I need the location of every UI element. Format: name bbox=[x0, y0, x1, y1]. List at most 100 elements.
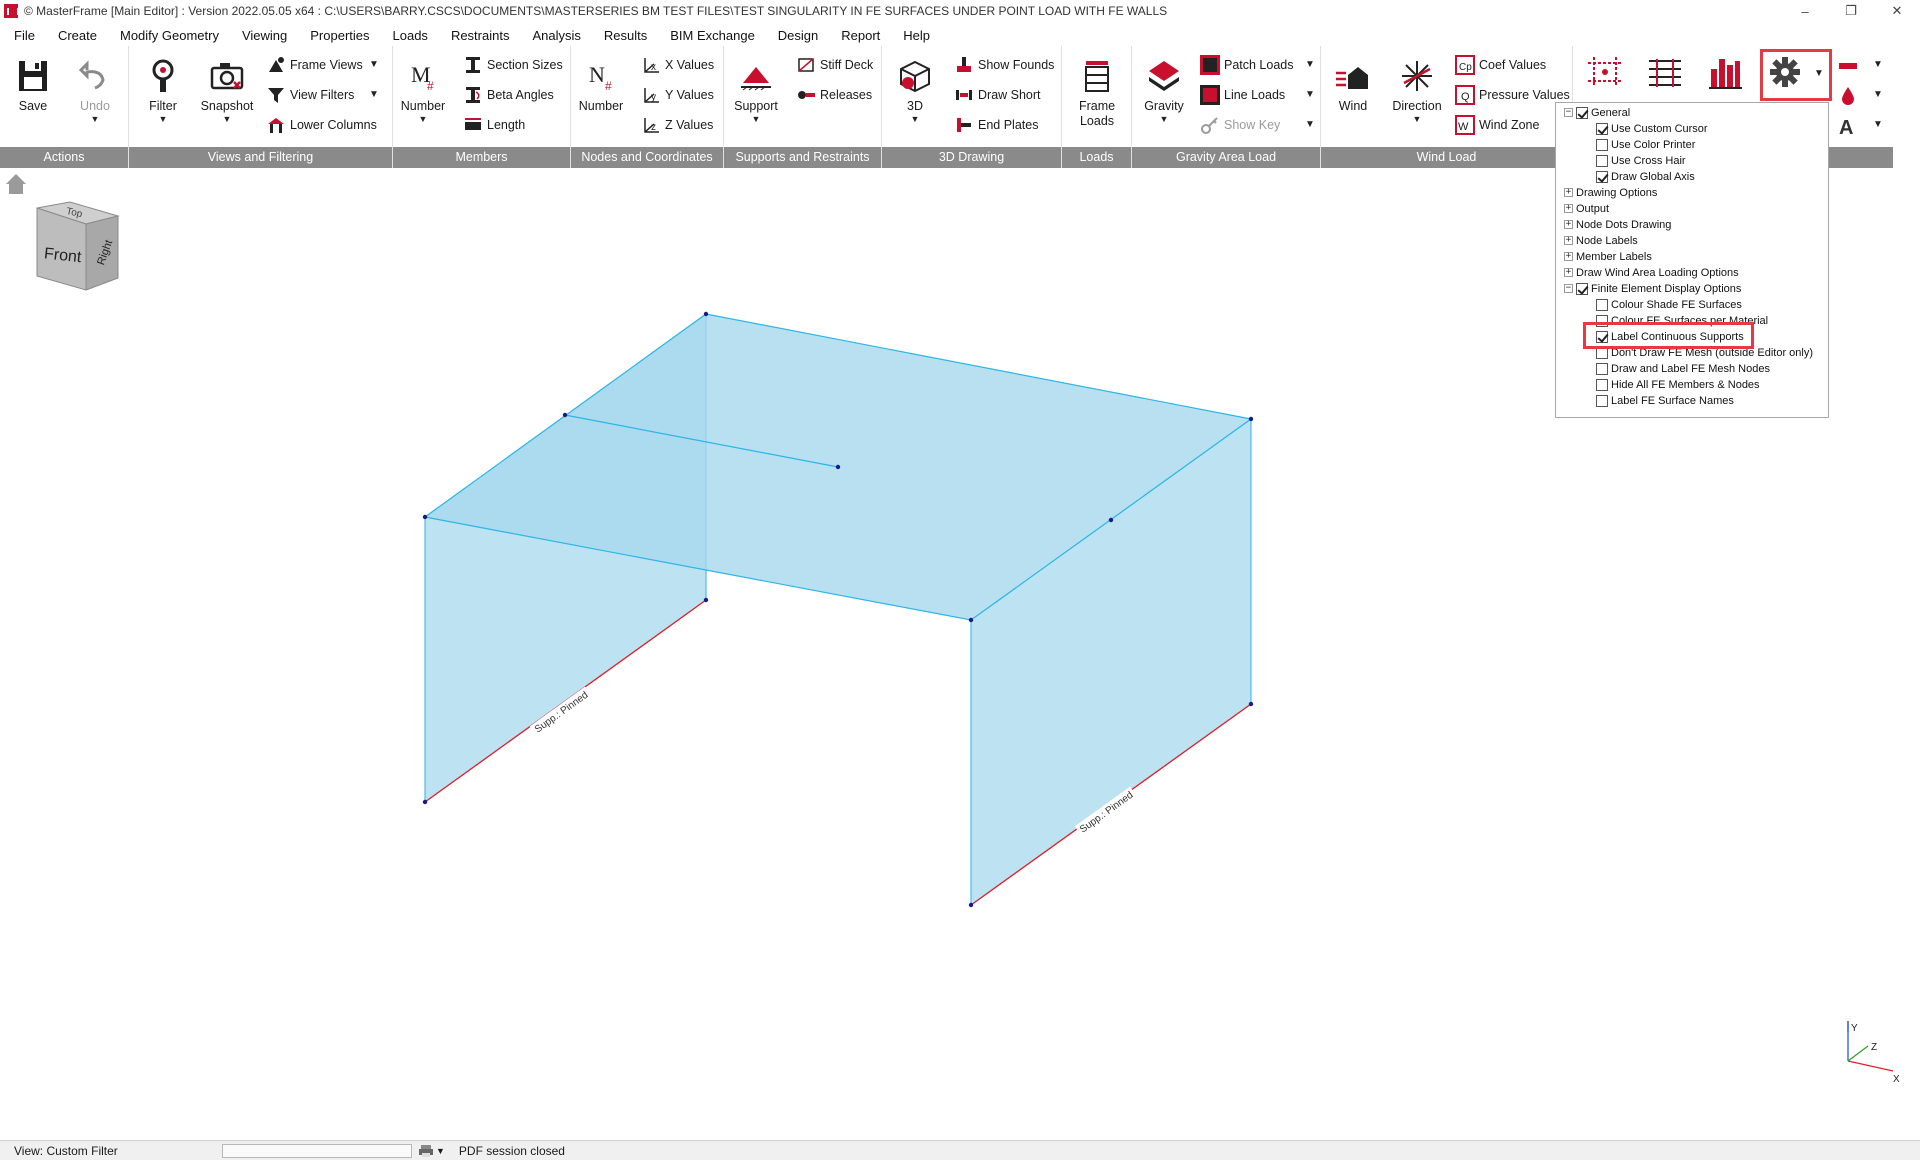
printer-dropdown-icon[interactable]: ▼ bbox=[436, 1146, 445, 1156]
3d-button[interactable]: 3D ▼ bbox=[885, 56, 945, 140]
gravity-button[interactable]: Gravity ▼ bbox=[1134, 56, 1194, 140]
option-draw-label-fe-mesh-nodes[interactable]: Draw and Label FE Mesh Nodes bbox=[1596, 361, 1770, 376]
z-values-button[interactable]: z Z Values bbox=[641, 114, 713, 136]
node[interactable] bbox=[835, 464, 841, 470]
pressure-values-button[interactable]: Q Pressure Values bbox=[1455, 84, 1570, 106]
expand-icon[interactable]: + bbox=[1564, 220, 1573, 229]
expand-icon[interactable]: + bbox=[1564, 252, 1573, 261]
filter-button[interactable]: Filter ▼ bbox=[133, 56, 193, 140]
general-checkbox[interactable] bbox=[1576, 106, 1588, 119]
show-founds-button[interactable]: Show Founds bbox=[954, 54, 1054, 76]
fe-model[interactable]: Supp.: Pinned Supp.: Pinned bbox=[422, 311, 1254, 908]
x-values-button[interactable]: x X Values bbox=[641, 54, 714, 76]
stiff-deck-button[interactable]: Stiff Deck bbox=[796, 54, 873, 76]
tree-node-drawing-options[interactable]: + Drawing Options bbox=[1564, 185, 1657, 200]
option-draw-global-axis[interactable]: Draw Global Axis bbox=[1596, 169, 1695, 184]
frame-loads-button[interactable]: Frame Loads bbox=[1067, 56, 1127, 140]
draw-global-axis-checkbox[interactable] bbox=[1596, 170, 1608, 183]
option-hide-all-fe[interactable]: Hide All FE Members & Nodes bbox=[1596, 377, 1760, 392]
minimize-button[interactable]: – bbox=[1782, 4, 1828, 19]
option-use-cross-hair[interactable]: Use Cross Hair bbox=[1596, 153, 1686, 168]
y-values-button[interactable]: y Y Values bbox=[641, 84, 714, 106]
node[interactable] bbox=[1248, 701, 1254, 707]
node[interactable] bbox=[968, 902, 974, 908]
menu-bim-exchange[interactable]: BIM Exchange bbox=[656, 28, 764, 43]
support-button[interactable]: Support ▼ bbox=[726, 56, 786, 140]
node[interactable] bbox=[422, 514, 428, 520]
draw-short-button[interactable]: Draw Short bbox=[954, 84, 1041, 106]
tree-node-node-labels[interactable]: + Node Labels bbox=[1564, 233, 1638, 248]
menu-properties[interactable]: Properties bbox=[296, 28, 378, 43]
option-colour-shade[interactable]: Colour Shade FE Surfaces bbox=[1596, 297, 1742, 312]
view-filters-button[interactable]: View Filters bbox=[266, 84, 354, 106]
node[interactable] bbox=[1248, 416, 1254, 422]
tree-node-draw-wind-area[interactable]: + Draw Wind Area Loading Options bbox=[1564, 265, 1739, 280]
color-fill-button[interactable] bbox=[1838, 85, 1862, 107]
wind-button[interactable]: Wind bbox=[1323, 56, 1383, 140]
label-fe-surface-names-checkbox[interactable] bbox=[1596, 394, 1608, 407]
menu-results[interactable]: Results bbox=[590, 28, 656, 43]
close-button[interactable]: ✕ bbox=[1874, 3, 1920, 19]
wind-zone-button[interactable]: W Wind Zone bbox=[1455, 114, 1539, 136]
expand-icon[interactable]: + bbox=[1564, 268, 1573, 277]
menu-design[interactable]: Design bbox=[764, 28, 827, 43]
line-style-button[interactable] bbox=[1838, 55, 1862, 77]
undo-button[interactable]: Undo ▼ bbox=[65, 56, 125, 140]
menu-report[interactable]: Report bbox=[827, 28, 889, 43]
beta-angles-button[interactable]: Beta Angles bbox=[463, 84, 554, 106]
collapse-icon[interactable]: − bbox=[1564, 284, 1573, 293]
node[interactable] bbox=[562, 412, 568, 418]
frame-views-button[interactable]: Frame Views bbox=[266, 54, 363, 76]
use-color-printer-checkbox[interactable] bbox=[1596, 138, 1608, 151]
releases-button[interactable]: Releases bbox=[796, 84, 872, 106]
line-loads-button[interactable]: Line Loads bbox=[1200, 84, 1285, 106]
view-cube[interactable]: Top Front Right bbox=[36, 201, 120, 291]
menu-modify-geometry[interactable]: Modify Geometry bbox=[106, 28, 228, 43]
frame-views-dropdown[interactable]: ▼ bbox=[369, 59, 379, 70]
tree-node-node-dots-drawing[interactable]: + Node Dots Drawing bbox=[1564, 217, 1671, 232]
length-button[interactable]: Length bbox=[463, 114, 525, 136]
menu-help[interactable]: Help bbox=[889, 28, 939, 43]
tree-node-output[interactable]: + Output bbox=[1564, 201, 1609, 216]
line-style-dropdown[interactable]: ▼ bbox=[1873, 59, 1883, 70]
expand-icon[interactable]: + bbox=[1564, 204, 1573, 213]
snapshot-button[interactable]: Snapshot ▼ bbox=[197, 56, 257, 140]
node[interactable] bbox=[703, 597, 709, 603]
node-number-button[interactable]: N # Number bbox=[571, 56, 631, 140]
use-custom-cursor-checkbox[interactable] bbox=[1596, 122, 1608, 135]
expand-icon[interactable]: + bbox=[1564, 188, 1573, 197]
lower-columns-button[interactable]: Lower Columns bbox=[266, 114, 377, 136]
collapse-icon[interactable]: − bbox=[1564, 108, 1573, 117]
colour-shade-checkbox[interactable] bbox=[1596, 298, 1608, 311]
view-filters-dropdown[interactable]: ▼ bbox=[369, 89, 379, 100]
member-number-button[interactable]: M # Number ▼ bbox=[393, 56, 453, 140]
menu-viewing[interactable]: Viewing bbox=[228, 28, 296, 43]
restore-button[interactable]: ❐ bbox=[1828, 3, 1874, 19]
menu-loads[interactable]: Loads bbox=[379, 28, 437, 43]
fe-display-checkbox[interactable] bbox=[1576, 282, 1588, 295]
node[interactable] bbox=[968, 617, 974, 623]
tree-node-fe-display[interactable]: − Finite Element Display Options bbox=[1564, 281, 1741, 296]
end-plates-button[interactable]: End Plates bbox=[954, 114, 1038, 136]
hide-all-fe-checkbox[interactable] bbox=[1596, 378, 1608, 391]
patch-loads-dropdown[interactable]: ▼ bbox=[1305, 59, 1315, 70]
option-use-color-printer[interactable]: Use Color Printer bbox=[1596, 137, 1695, 152]
menu-analysis[interactable]: Analysis bbox=[518, 28, 589, 43]
show-key-button[interactable]: Show Key bbox=[1200, 114, 1280, 136]
font-dropdown[interactable]: ▼ bbox=[1873, 119, 1883, 130]
save-button[interactable]: Save bbox=[3, 56, 63, 140]
option-use-custom-cursor[interactable]: Use Custom Cursor bbox=[1596, 121, 1708, 136]
node[interactable] bbox=[1108, 517, 1114, 523]
option-label-fe-surface-names[interactable]: Label FE Surface Names bbox=[1596, 393, 1734, 408]
font-button[interactable]: A bbox=[1838, 115, 1862, 137]
coef-values-button[interactable]: Cp Coef Values bbox=[1455, 54, 1546, 76]
menu-restraints[interactable]: Restraints bbox=[437, 28, 519, 43]
direction-button[interactable]: Direction ▼ bbox=[1387, 56, 1447, 140]
tree-node-member-labels[interactable]: + Member Labels bbox=[1564, 249, 1652, 264]
printer-icon[interactable] bbox=[418, 1144, 434, 1158]
use-cross-hair-checkbox[interactable] bbox=[1596, 154, 1608, 167]
patch-loads-button[interactable]: Patch Loads bbox=[1200, 54, 1294, 76]
home-icon[interactable] bbox=[6, 174, 26, 194]
menu-create[interactable]: Create bbox=[44, 28, 106, 43]
show-key-dropdown[interactable]: ▼ bbox=[1305, 119, 1315, 130]
